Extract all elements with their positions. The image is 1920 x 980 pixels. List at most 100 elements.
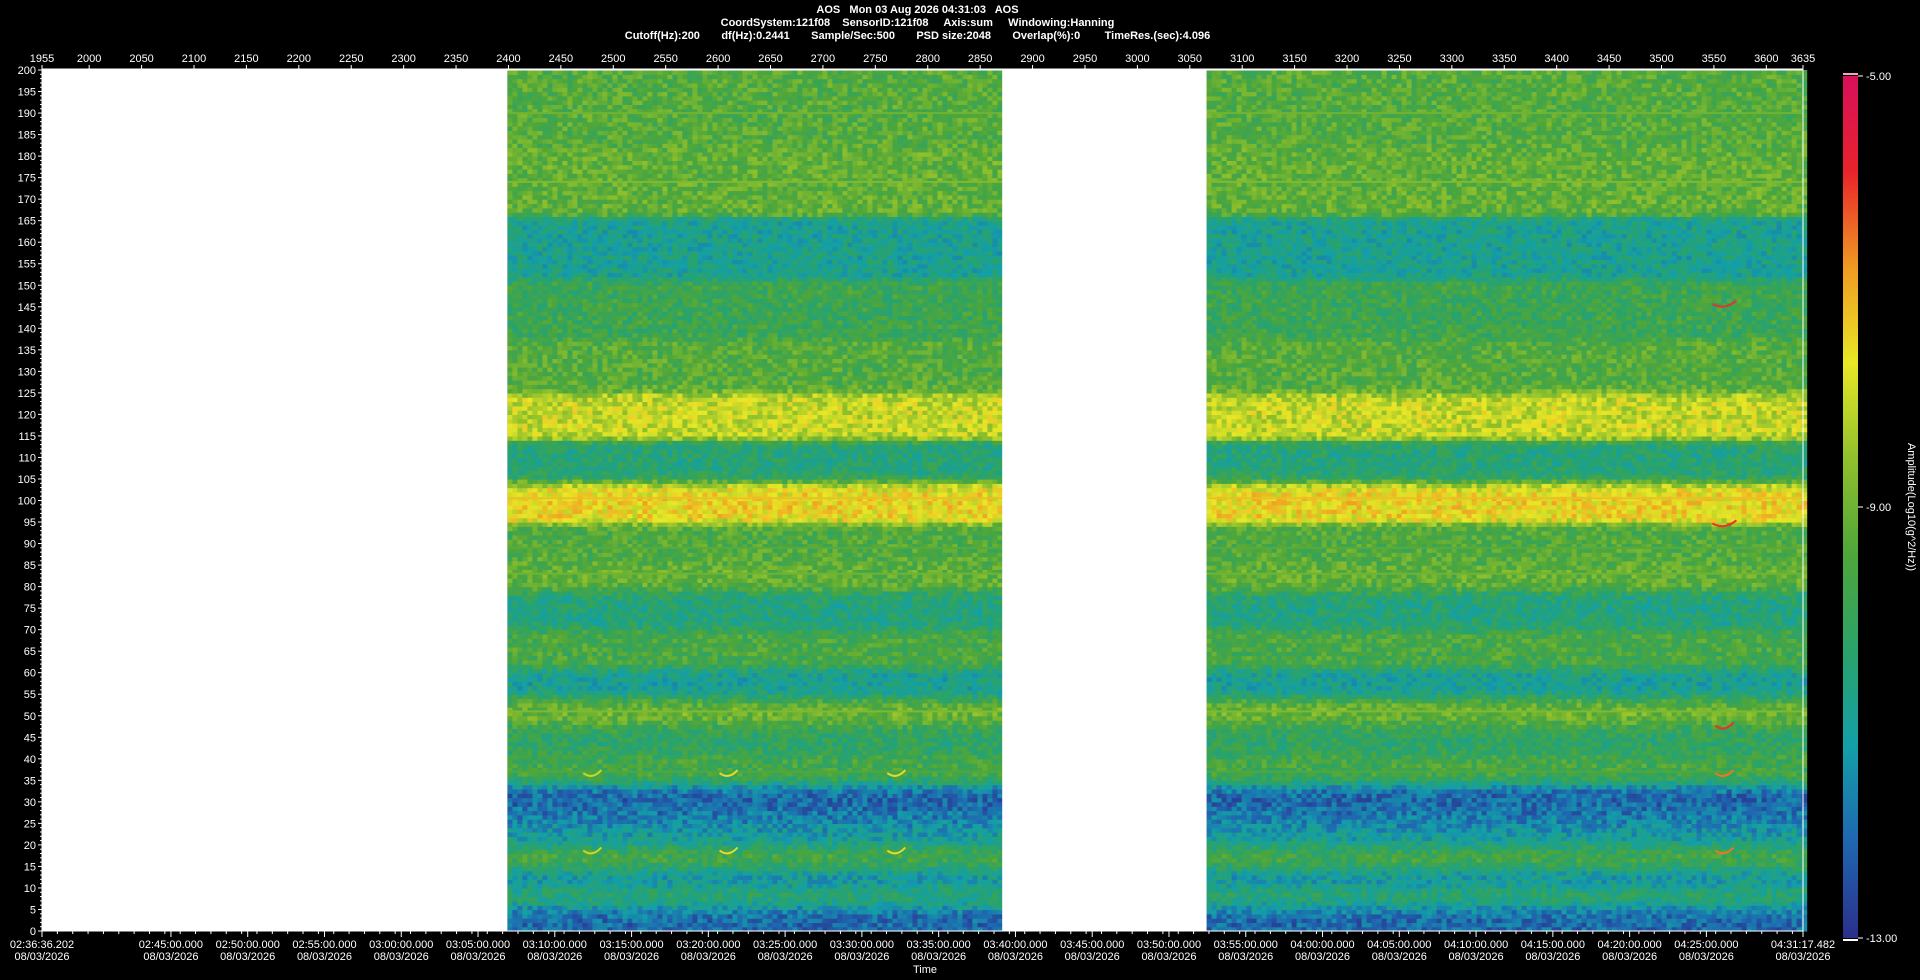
heatmap-cell — [837, 854, 843, 859]
heatmap-cell — [657, 862, 663, 867]
heatmap-cell — [797, 922, 803, 927]
heatmap-cell — [647, 918, 653, 923]
heatmap-cell — [672, 918, 678, 923]
heatmap-cell — [692, 879, 698, 884]
heatmap-cell — [862, 914, 868, 919]
heatmap-cell — [602, 862, 608, 867]
heatmap-cell — [617, 922, 623, 927]
heatmap-cell — [952, 888, 958, 893]
heatmap-cell — [552, 910, 558, 915]
heatmap-cell — [802, 858, 808, 863]
heatmap-cell — [537, 905, 543, 910]
heatmap-cell — [862, 849, 868, 854]
heatmap-cell — [657, 845, 663, 850]
heatmap-cell — [607, 901, 613, 906]
heatmap-cell — [807, 910, 813, 915]
heatmap-cell — [692, 858, 698, 863]
heatmap-cell — [847, 849, 853, 854]
heatmap-cell — [602, 884, 608, 889]
heatmap-cell — [967, 858, 973, 863]
heatmap-cell — [642, 910, 648, 915]
heatmap-cell — [892, 866, 898, 871]
heatmap-cell — [897, 901, 903, 906]
heatmap-cell — [917, 884, 923, 889]
heatmap-cell — [787, 901, 793, 906]
heatmap-cell — [962, 888, 968, 893]
heatmap-cell — [987, 922, 993, 927]
heatmap-cell — [687, 841, 693, 846]
heatmap-cell — [942, 875, 948, 880]
heatmap-cell — [632, 871, 638, 876]
heatmap-cell — [657, 858, 663, 863]
heatmap-cell — [902, 866, 908, 871]
heatmap-cell — [892, 862, 898, 867]
heatmap-cell — [547, 901, 553, 906]
heatmap-cell — [637, 922, 643, 927]
heatmap-cell — [672, 858, 678, 863]
heatmap-cell — [822, 892, 828, 897]
heatmap-cell — [742, 914, 748, 919]
heatmap-cell — [892, 897, 898, 902]
heatmap-cell — [937, 858, 943, 863]
heatmap-cell — [952, 871, 958, 876]
heatmap-cell — [642, 879, 648, 884]
heatmap-cell — [622, 879, 628, 884]
heatmap-cell — [622, 905, 628, 910]
heatmap-cell — [937, 845, 943, 850]
heatmap-cell — [647, 905, 653, 910]
heatmap-cell — [782, 910, 788, 915]
heatmap-cell — [802, 871, 808, 876]
heatmap-cell — [722, 845, 728, 850]
heatmap-cell — [767, 875, 773, 880]
heatmap-cell — [797, 866, 803, 871]
heatmap-cell — [722, 841, 728, 846]
heatmap-cell — [622, 871, 628, 876]
heatmap-cell — [872, 866, 878, 871]
heatmap-cell — [732, 918, 738, 923]
heatmap-cell — [662, 905, 668, 910]
heatmap-cell — [532, 922, 538, 927]
heatmap-cell — [887, 905, 893, 910]
heatmap-cell — [647, 892, 653, 897]
heatmap-cell — [697, 875, 703, 880]
heatmap-cell — [512, 905, 518, 910]
heatmap-cell — [532, 871, 538, 876]
heatmap-cell — [842, 871, 848, 876]
heatmap-cell — [592, 888, 598, 893]
heatmap-cell — [712, 858, 718, 863]
heatmap-cell — [917, 866, 923, 871]
heatmap-cell — [697, 871, 703, 876]
heatmap-cell — [887, 892, 893, 897]
heatmap-cell — [732, 910, 738, 915]
heatmap-cell — [597, 905, 603, 910]
heatmap-cell — [547, 841, 553, 846]
heatmap-cell — [972, 884, 978, 889]
heatmap-cell — [532, 841, 538, 846]
heatmap-cell — [572, 854, 578, 859]
heatmap-cell — [852, 922, 858, 927]
heatmap-cell — [822, 897, 828, 902]
heatmap-cell — [727, 879, 733, 884]
heatmap-cell — [607, 922, 613, 927]
heatmap-cell — [597, 901, 603, 906]
heatmap-cell — [842, 910, 848, 915]
heatmap-cell — [767, 914, 773, 919]
heatmap-cell — [862, 901, 868, 906]
heatmap-cell — [637, 918, 643, 923]
heatmap-cell — [927, 914, 933, 919]
heatmap-cell — [667, 875, 673, 880]
heatmap-cell — [537, 888, 543, 893]
heatmap-cell — [892, 888, 898, 893]
heatmap-cell — [672, 854, 678, 859]
heatmap-cell — [672, 841, 678, 846]
heatmap-cell — [802, 901, 808, 906]
heatmap-cell — [802, 879, 808, 884]
heatmap-cell — [727, 862, 733, 867]
heatmap-cell — [507, 879, 513, 884]
heatmap-cell — [567, 884, 573, 889]
heatmap-cell — [932, 875, 938, 880]
heatmap-cell — [892, 845, 898, 850]
heatmap-cell — [807, 884, 813, 889]
heatmap-cell — [792, 884, 798, 889]
heatmap-cell — [642, 875, 648, 880]
